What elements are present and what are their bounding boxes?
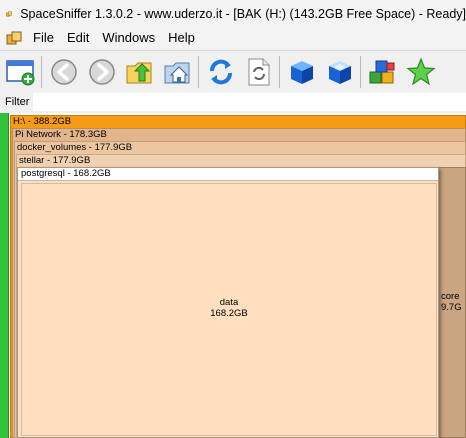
filter-bar: Filter: [0, 92, 466, 112]
forward-icon: [89, 58, 115, 85]
filter-input[interactable]: [33, 93, 466, 111]
refresh-button[interactable]: [204, 55, 238, 89]
parent-folder-button[interactable]: [123, 55, 157, 89]
back-button[interactable]: [47, 55, 81, 89]
spacesniffer-app-icon: [6, 11, 13, 17]
block-center-label: data 168.2GB: [22, 297, 436, 319]
block-label: docker_volumes - 177.9GB: [17, 142, 133, 153]
block-size: 168.2GB: [210, 308, 248, 319]
star-icon: [406, 56, 436, 85]
toolbar-separator: [360, 55, 361, 88]
new-view-button[interactable]: [4, 55, 38, 89]
block-name: data: [219, 297, 239, 308]
home-icon: [164, 62, 190, 83]
block-size: 9.7G: [441, 302, 462, 313]
blue-box-open-button[interactable]: [323, 55, 357, 89]
back-icon: [51, 58, 77, 85]
blue-box-icon: [291, 60, 313, 84]
menu-windows[interactable]: Windows: [97, 28, 163, 48]
menu-edit[interactable]: Edit: [62, 28, 97, 48]
rescan-button[interactable]: [242, 55, 276, 89]
filter-label: Filter: [5, 96, 30, 108]
block-label: stellar - 177.9GB: [19, 155, 91, 166]
block-label: Pi Network - 178.3GB: [15, 129, 107, 140]
title-bar: SpaceSniffer 1.3.0.2 - www.uderzo.it - […: [0, 0, 466, 28]
treemap-block-core[interactable]: core 9.7G: [437, 167, 466, 438]
menu-help[interactable]: Help: [163, 28, 203, 48]
toolbar-separator: [41, 55, 42, 88]
treemap-block-postgresql[interactable]: postgresql - 168.2GB data 168.2GB: [17, 167, 439, 438]
blue-box-button[interactable]: [285, 55, 319, 89]
blue-box-open-icon: [329, 60, 351, 84]
menu-file[interactable]: File: [28, 28, 62, 48]
home-button[interactable]: [161, 55, 195, 89]
block-center-label: core 9.7G: [441, 291, 462, 313]
cubes-button[interactable]: [366, 55, 400, 89]
toolbar: [0, 50, 466, 92]
block-label: postgresql - 168.2GB: [21, 168, 111, 179]
cubes-icon: [369, 60, 395, 83]
parent-folder-icon: [126, 62, 152, 83]
rescan-document-icon: [248, 58, 270, 85]
block-label: H:\ - 388.2GB: [13, 116, 72, 127]
forward-button[interactable]: [85, 55, 119, 89]
toolbar-separator: [279, 55, 280, 88]
window-title: SpaceSniffer 1.3.0.2 - www.uderzo.it - […: [20, 7, 466, 21]
treemap-view[interactable]: H:\ - 388.2GB Pi Network - 178.3GB docke…: [0, 113, 466, 438]
new-view-icon: [6, 59, 35, 85]
star-button[interactable]: [404, 55, 438, 89]
spacesniffer-menu-icon[interactable]: [6, 30, 22, 46]
refresh-icon: [210, 59, 232, 84]
block-name: core: [441, 291, 460, 302]
toolbar-separator: [198, 55, 199, 88]
treemap-block-data[interactable]: data 168.2GB: [21, 183, 437, 436]
block-header: postgresql - 168.2GB: [18, 168, 438, 181]
menu-bar: File Edit Windows Help: [0, 28, 466, 48]
free-space-strip[interactable]: [0, 113, 9, 438]
